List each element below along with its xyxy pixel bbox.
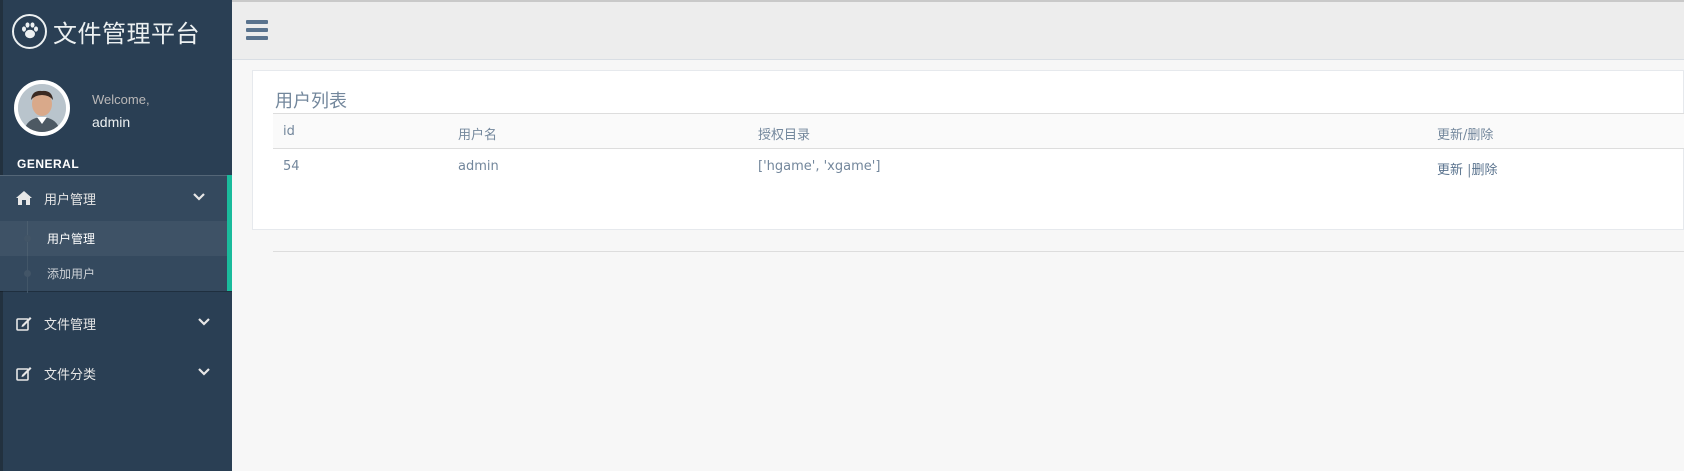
sidebar-item-file-management[interactable]: 文件管理 xyxy=(0,300,232,346)
edit-icon xyxy=(16,316,36,331)
column-header-directories: 授权目录 xyxy=(758,128,811,143)
column-header-actions: 更新/删除 xyxy=(1437,128,1494,143)
welcome-text: Welcome, xyxy=(92,92,150,107)
column-header-username: 用户名 xyxy=(458,128,498,143)
panel-title: 用户列表 xyxy=(275,91,347,112)
update-link[interactable]: 更新 xyxy=(1437,163,1463,178)
sidebar-item-label: 文件管理 xyxy=(44,317,97,333)
home-icon xyxy=(16,191,36,205)
sidebar-item-file-category[interactable]: 文件分类 xyxy=(0,350,232,396)
submenu-user-management: 用户管理 添加用户 xyxy=(0,221,227,293)
paw-icon xyxy=(12,13,47,49)
sidebar-group-user-management: 用户管理 用户管理 添加用户 xyxy=(0,175,232,293)
sidebar: 文件管理平台 Welcome, admin GENERAL 用户管理 用户管理 … xyxy=(0,0,232,471)
chevron-down-icon xyxy=(193,191,205,206)
profile-username: admin xyxy=(92,114,131,130)
sidebar-group-file-category: 文件分类 xyxy=(0,350,232,396)
cell-directories: ['hgame', 'xgame'] xyxy=(758,159,881,174)
cell-id: 54 xyxy=(283,159,300,174)
sidebar-subitem-label: 用户管理 xyxy=(47,232,96,246)
avatar xyxy=(14,80,70,136)
edit-icon xyxy=(16,366,36,381)
chevron-down-icon xyxy=(198,366,210,381)
delete-link[interactable]: 删除 xyxy=(1472,163,1498,178)
cell-username: admin xyxy=(458,159,499,174)
cell-actions: 更新 |删除 xyxy=(1437,159,1498,178)
app-title: 文件管理平台 xyxy=(53,19,200,48)
profile: Welcome, admin xyxy=(0,78,232,138)
sidebar-item-label: 用户管理 xyxy=(44,192,97,208)
chevron-down-icon xyxy=(198,316,210,331)
sidebar-item-user-management[interactable]: 用户管理 xyxy=(0,175,227,221)
table-bottom-border xyxy=(273,251,1684,252)
hamburger-icon[interactable] xyxy=(246,20,268,40)
sidebar-section-title: GENERAL xyxy=(17,157,80,171)
sidebar-subitem-user-list[interactable]: 用户管理 xyxy=(0,221,227,256)
brand[interactable]: 文件管理平台 xyxy=(0,0,232,62)
user-table: id 用户名 授权目录 更新/删除 54 admin ['hgame', 'xg… xyxy=(273,113,1684,252)
action-separator: | xyxy=(1463,163,1472,178)
table-row: 54 admin ['hgame', 'xgame'] 更新 |删除 xyxy=(273,149,1684,185)
sidebar-subitem-label: 添加用户 xyxy=(47,267,96,281)
sidebar-group-file-management: 文件管理 xyxy=(0,300,232,346)
top-navbar xyxy=(232,2,1684,60)
user-list-panel: 用户列表 id 用户名 授权目录 更新/删除 54 admin ['hgame'… xyxy=(252,70,1684,252)
table-header: id 用户名 授权目录 更新/删除 xyxy=(273,113,1684,149)
column-header-id: id xyxy=(283,124,295,139)
sidebar-subitem-add-user[interactable]: 添加用户 xyxy=(0,256,227,291)
sidebar-item-label: 文件分类 xyxy=(44,367,97,383)
